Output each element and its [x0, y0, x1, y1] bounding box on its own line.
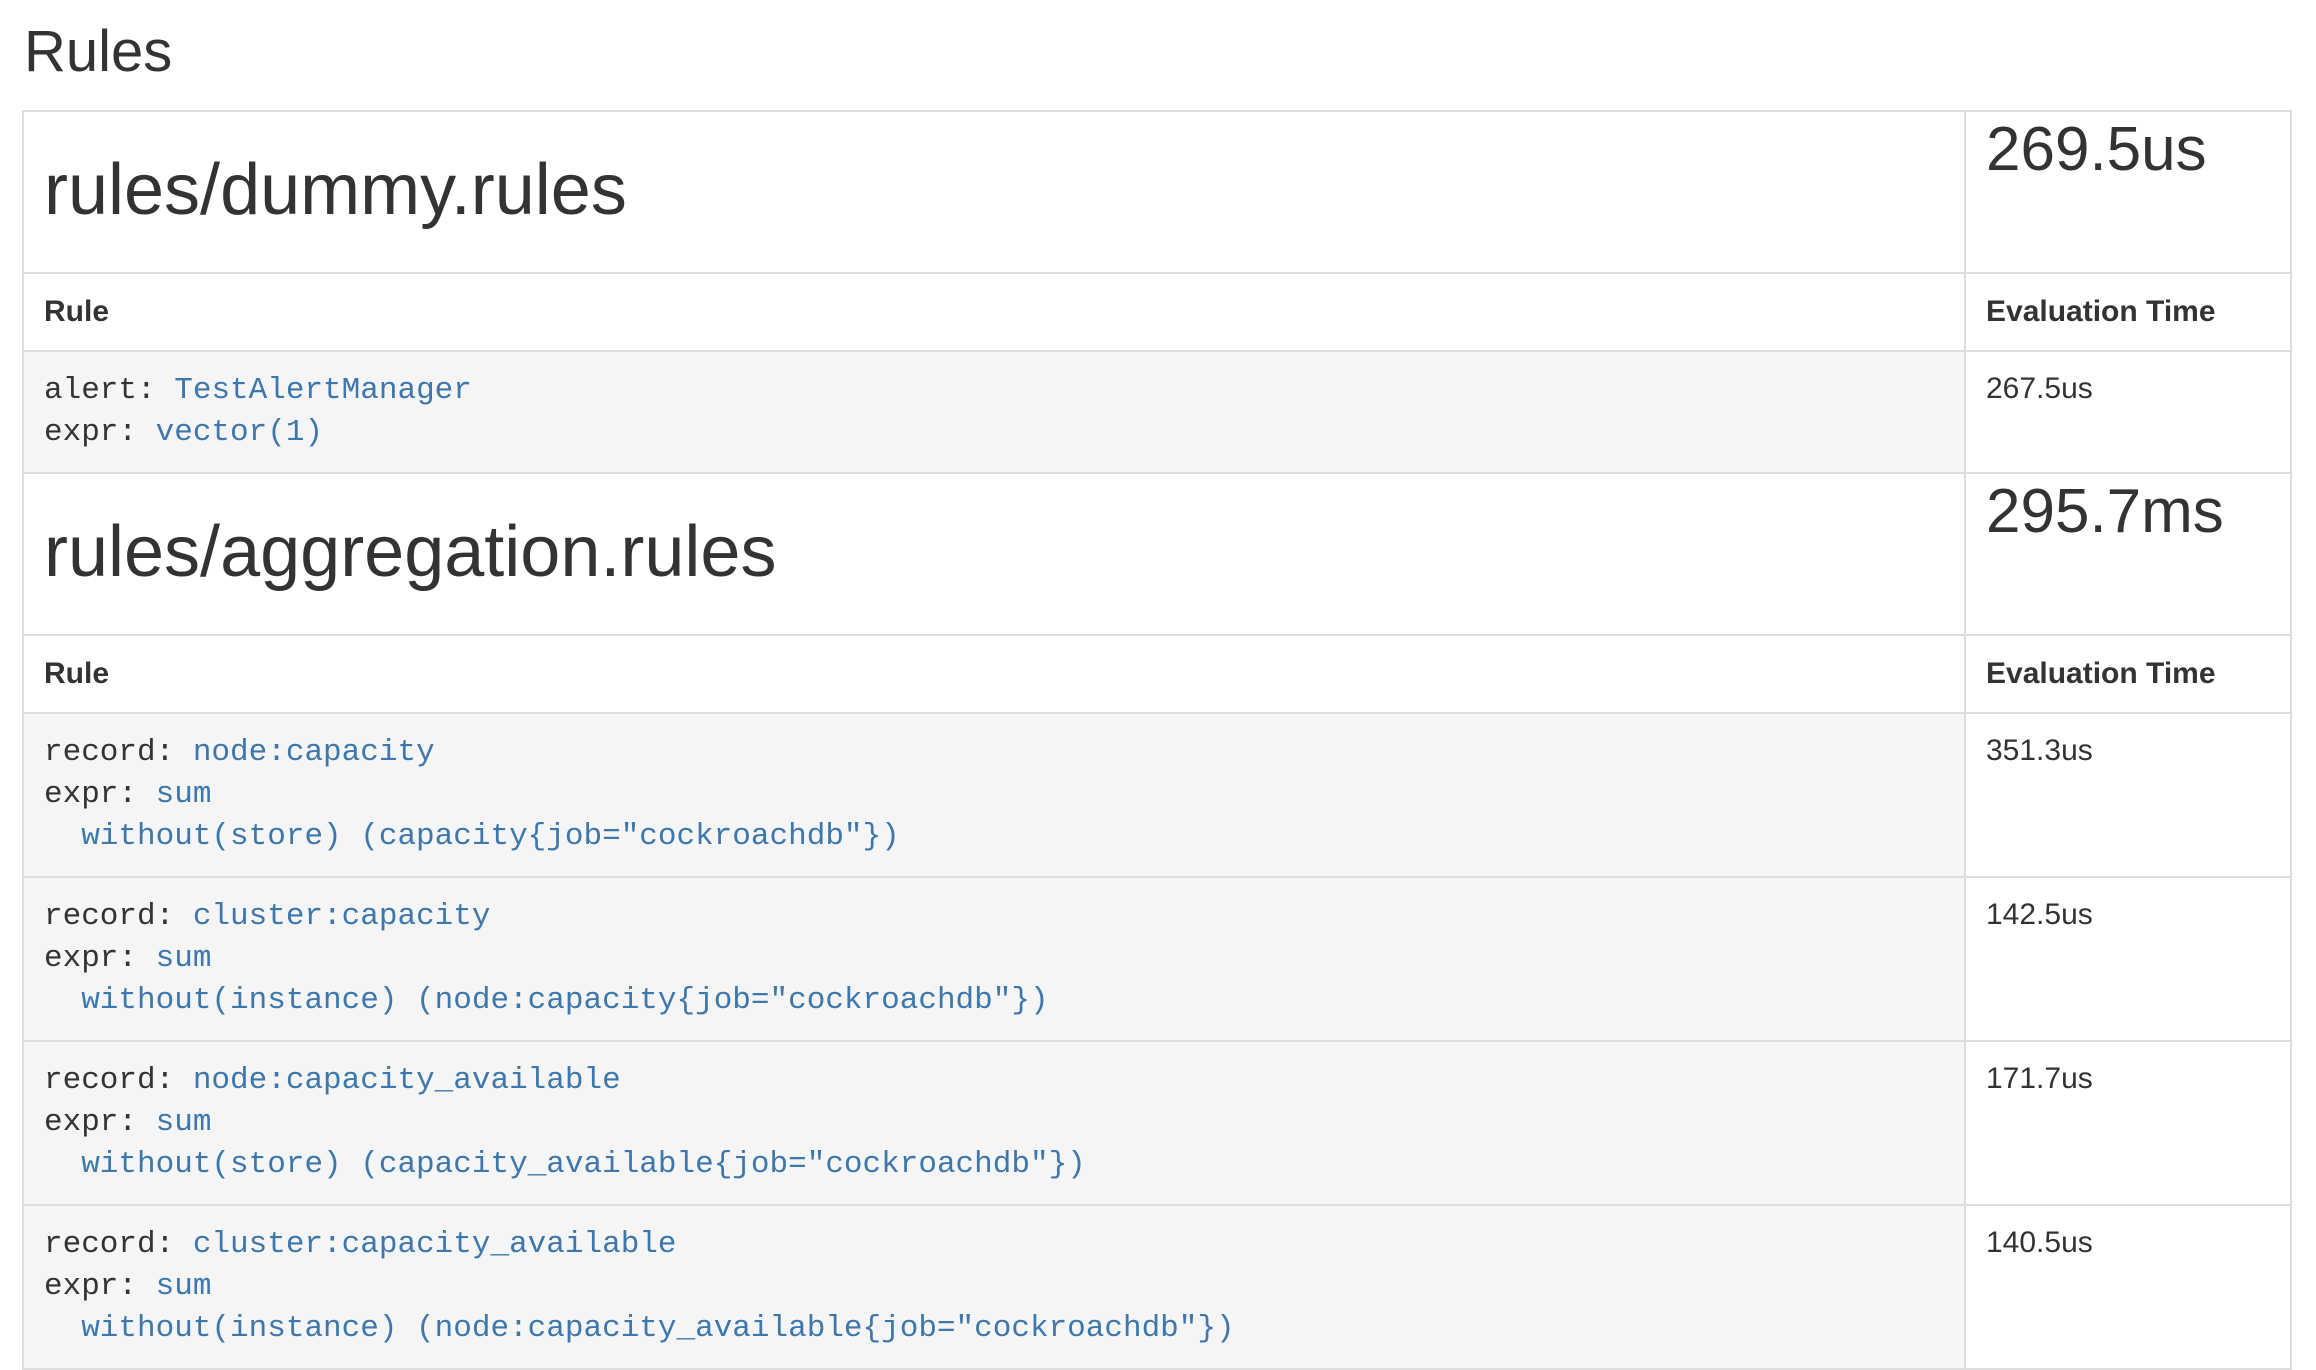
rule-code: record: cluster:capacity_available expr:… [44, 1224, 1944, 1350]
rule-evaluation-time: 171.7us [1965, 1041, 2291, 1205]
rule-name-link[interactable]: node:capacity_available [193, 1063, 621, 1098]
rule-group-name-cell: rules/dummy.rules [23, 111, 1965, 273]
rule-expr-link[interactable]: sum without(store) (capacity{job="cockro… [44, 777, 900, 854]
rule-group-evaluation-time: 269.5us [1986, 115, 2207, 184]
rule-group-evaluation-time: 295.7ms [1986, 477, 2224, 546]
rule-name-link[interactable]: cluster:capacity [193, 899, 491, 934]
rule-definition-cell: alert: TestAlertManager expr: vector(1) [23, 351, 1965, 473]
rule-group-name-cell: rules/aggregation.rules [23, 473, 1965, 635]
rule-name-link[interactable]: cluster:capacity_available [193, 1227, 677, 1262]
rules-table: rules/dummy.rules 269.5us Rule Evaluatio… [22, 110, 2292, 1370]
rule-evaluation-time: 351.3us [1965, 713, 2291, 877]
rule-column-header: Rule [23, 273, 1965, 351]
rule-definition-cell: record: cluster:capacity_available expr:… [23, 1205, 1965, 1369]
rule-type-label: record: [44, 735, 193, 770]
rule-type-label: record: [44, 1227, 193, 1262]
rule-expr-link[interactable]: sum without(instance) (node:capacity_ava… [44, 1269, 1235, 1346]
evaluation-time-column-header: Evaluation Time [1965, 635, 2291, 713]
expr-label: expr: [44, 1105, 156, 1140]
page-title: Rules [24, 20, 2290, 84]
rule-code: alert: TestAlertManager expr: vector(1) [44, 370, 1944, 454]
rule-group-evaluation-time-cell: 295.7ms [1965, 473, 2291, 635]
rule-type-label: alert: [44, 373, 174, 408]
expr-label: expr: [44, 777, 156, 812]
rule-definition-cell: record: node:capacity_available expr: su… [23, 1041, 1965, 1205]
rule-code: record: cluster:capacity expr: sum witho… [44, 896, 1944, 1022]
rule-evaluation-time: 142.5us [1965, 877, 2291, 1041]
rule-row: record: node:capacity expr: sum without(… [23, 713, 2291, 877]
expr-label: expr: [44, 415, 156, 450]
rule-expr-link[interactable]: sum without(store) (capacity_available{j… [44, 1105, 1086, 1182]
rule-expr-link[interactable]: sum without(instance) (node:capacity{job… [44, 941, 1049, 1018]
rule-type-label: record: [44, 899, 193, 934]
rule-row: record: cluster:capacity_available expr:… [23, 1205, 2291, 1369]
rule-group-name: rules/aggregation.rules [44, 502, 1944, 602]
rules-page: Rules rules/dummy.rules 269.5us Rule Eva… [0, 20, 2316, 1370]
rule-group-row: rules/dummy.rules 269.5us [23, 111, 2291, 273]
evaluation-time-column-header: Evaluation Time [1965, 273, 2291, 351]
rule-name-link[interactable]: node:capacity [193, 735, 435, 770]
rule-evaluation-time: 140.5us [1965, 1205, 2291, 1369]
rule-definition-cell: record: node:capacity expr: sum without(… [23, 713, 1965, 877]
rule-expr-link[interactable]: vector(1) [156, 415, 323, 450]
rule-row: alert: TestAlertManager expr: vector(1) … [23, 351, 2291, 473]
rule-type-label: record: [44, 1063, 193, 1098]
column-header-row: Rule Evaluation Time [23, 273, 2291, 351]
rule-group-evaluation-time-cell: 269.5us [1965, 111, 2291, 273]
rule-row: record: node:capacity_available expr: su… [23, 1041, 2291, 1205]
rule-code: record: node:capacity expr: sum without(… [44, 732, 1944, 858]
expr-label: expr: [44, 941, 156, 976]
rule-group-name: rules/dummy.rules [44, 140, 1944, 240]
expr-label: expr: [44, 1269, 156, 1304]
column-header-row: Rule Evaluation Time [23, 635, 2291, 713]
rule-evaluation-time: 267.5us [1965, 351, 2291, 473]
rule-group-row: rules/aggregation.rules 295.7ms [23, 473, 2291, 635]
rule-column-header: Rule [23, 635, 1965, 713]
rule-code: record: node:capacity_available expr: su… [44, 1060, 1944, 1186]
rule-row: record: cluster:capacity expr: sum witho… [23, 877, 2291, 1041]
rule-definition-cell: record: cluster:capacity expr: sum witho… [23, 877, 1965, 1041]
rule-name-link[interactable]: TestAlertManager [174, 373, 472, 408]
